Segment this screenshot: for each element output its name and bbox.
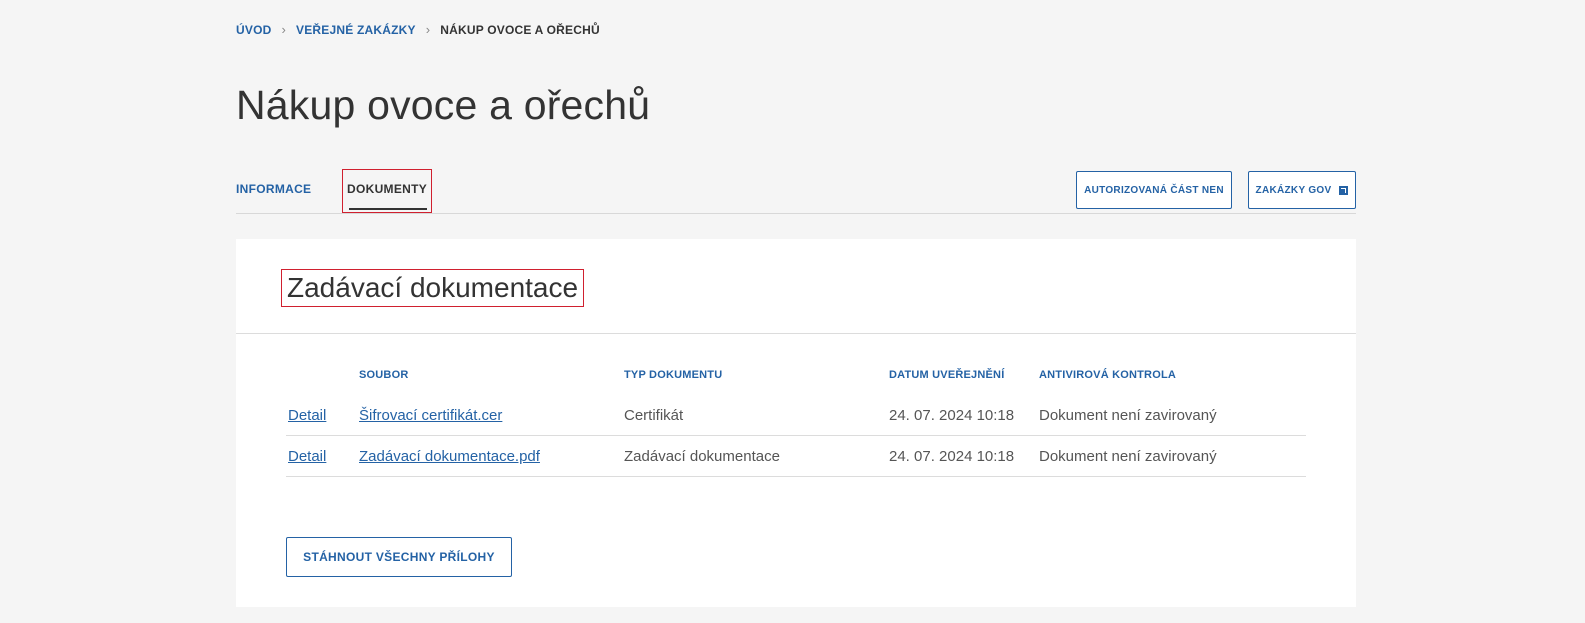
breadcrumb-tenders-link[interactable]: VEŘEJNÉ ZAKÁZKY: [296, 23, 416, 37]
chevron-right-icon: ›: [281, 22, 287, 37]
file-link[interactable]: Zadávací dokumentace.pdf: [359, 448, 540, 465]
page-title: Nákup ovoce a ořechů: [236, 82, 651, 128]
tab-label: INFORMACE: [236, 182, 312, 196]
table-row: Detail Šifrovací certifikát.cer Certifik…: [286, 395, 1306, 436]
file-link[interactable]: Šifrovací certifikát.cer: [359, 407, 502, 424]
antivirus-status: Dokument není zavirovaný: [1039, 395, 1306, 436]
chevron-right-icon: ›: [425, 22, 431, 37]
active-tab-indicator: [349, 208, 428, 210]
detail-link[interactable]: Detail: [288, 407, 326, 424]
breadcrumb-current: NÁKUP OVOCE A OŘECHŮ: [440, 22, 600, 37]
publish-date: 24. 07. 2024 10:18: [889, 395, 1039, 436]
button-label: ZAKÁZKY GOV: [1255, 184, 1332, 196]
tab-label: DOKUMENTY: [347, 182, 428, 196]
download-all-button[interactable]: STÁHNOUT VŠECHNY PŘÍLOHY: [286, 537, 512, 577]
tab-informace[interactable]: INFORMACE: [236, 170, 311, 212]
card-header: Zadávací dokumentace: [236, 239, 1356, 334]
zakazky-gov-button[interactable]: ZAKÁZKY GOV: [1248, 171, 1356, 209]
section-title: Zadávací dokumentace: [281, 269, 585, 307]
table-row: Detail Zadávací dokumentace.pdf Zadávací…: [286, 435, 1306, 477]
column-header-detail: [286, 369, 359, 395]
column-header-typ: TYP DOKUMENTU: [624, 369, 723, 381]
document-type: Certifikát: [624, 395, 889, 436]
column-header-datum: DATUM UVEŘEJNĚNÍ: [889, 369, 1005, 381]
documents-table: SOUBOR TYP DOKUMENTU DATUM UVEŘEJNĚNÍ AN…: [286, 369, 1306, 477]
autorizovana-cast-button[interactable]: AUTORIZOVANÁ ČÁST NEN: [1076, 171, 1232, 209]
button-label: STÁHNOUT VŠECHNY PŘÍLOHY: [303, 550, 495, 564]
button-label: AUTORIZOVANÁ ČÁST NEN: [1084, 184, 1224, 196]
breadcrumb: ÚVOD › VEŘEJNÉ ZAKÁZKY › NÁKUP OVOCE A O…: [236, 22, 600, 37]
documents-card: Zadávací dokumentace SOUBOR TYP DOKUMENT…: [236, 239, 1356, 607]
detail-link[interactable]: Detail: [288, 448, 326, 465]
external-link-icon: [1339, 185, 1349, 195]
column-header-antivir: ANTIVIROVÁ KONTROLA: [1039, 369, 1177, 381]
tab-dokumenty[interactable]: DOKUMENTY: [342, 169, 433, 213]
column-header-soubor: SOUBOR: [359, 369, 409, 381]
publish-date: 24. 07. 2024 10:18: [889, 435, 1039, 477]
table-header-row: SOUBOR TYP DOKUMENTU DATUM UVEŘEJNĚNÍ AN…: [286, 369, 1306, 395]
breadcrumb-home-link[interactable]: ÚVOD: [236, 23, 271, 37]
document-type: Zadávací dokumentace: [624, 435, 889, 477]
antivirus-status: Dokument není zavirovaný: [1039, 435, 1306, 477]
